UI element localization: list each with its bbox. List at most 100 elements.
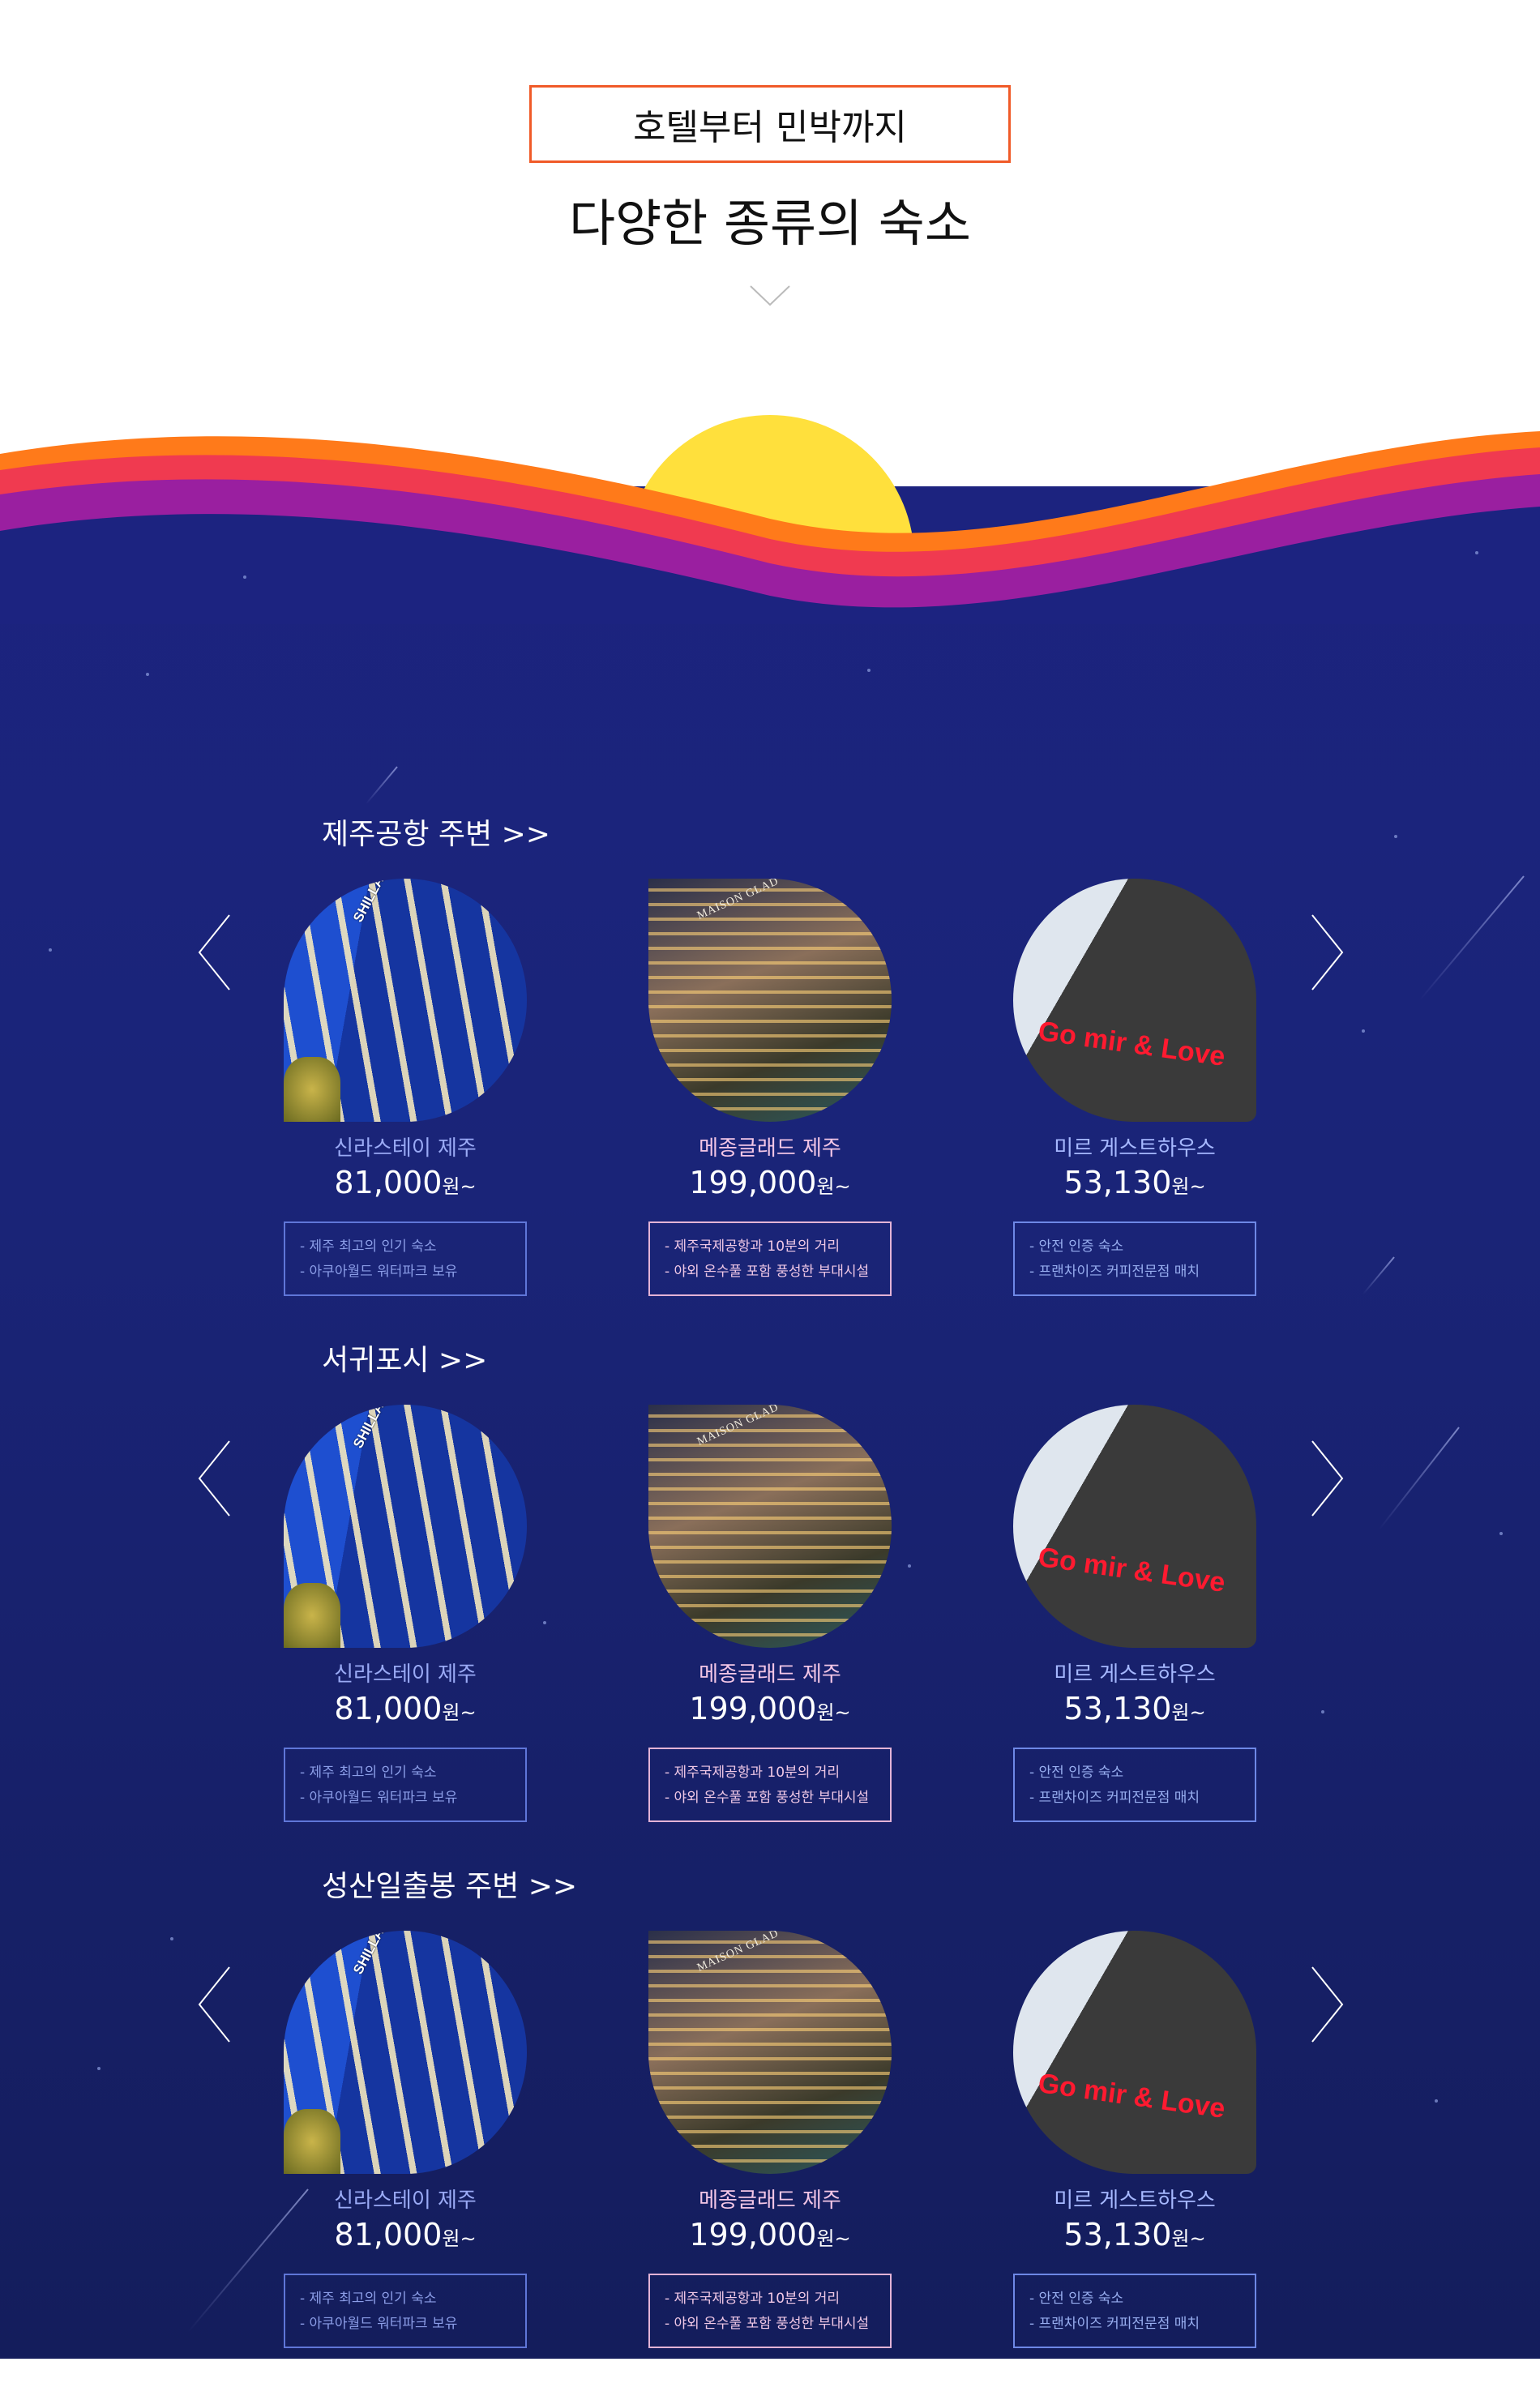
feature-box: - 안전 인증 숙소 - 프랜차이즈 커피전문점 매치 bbox=[1013, 2274, 1256, 2348]
feature-box: - 제주 최고의 인기 숙소 - 아쿠아월드 워터파크 보유 bbox=[284, 1748, 527, 1822]
hotel-photo[interactable]: SHILLA STAY bbox=[284, 879, 527, 1122]
page-title: 다양한 종류의 숙소 bbox=[569, 194, 971, 253]
hotel-price: 199,000원~ bbox=[648, 1165, 892, 1200]
hotel-photo[interactable]: Go mir & Love bbox=[1013, 1931, 1256, 2174]
price-value: 53,130 bbox=[1063, 1165, 1172, 1200]
hotel-price: 81,000원~ bbox=[284, 1165, 527, 1200]
hotel-price: 199,000원~ bbox=[648, 2217, 892, 2253]
section-title-link[interactable]: 서귀포시 >> bbox=[322, 1337, 487, 1379]
price-value: 81,000 bbox=[334, 2217, 443, 2253]
hotel-name[interactable]: 메종글래드 제주 bbox=[648, 1658, 892, 1688]
hotel-sign: MAISON GLAD bbox=[695, 1931, 781, 1974]
price-value: 199,000 bbox=[689, 1691, 817, 1726]
hotel-price: 81,000원~ bbox=[284, 1691, 527, 1726]
hotel-photo[interactable]: SHILLA STAY bbox=[284, 1931, 527, 2174]
hotel-card[interactable]: SHILLA STAY 신라스테이 제주 81,000원~ - 제주 최고의 인… bbox=[284, 1931, 527, 2348]
price-unit: 원~ bbox=[1171, 2227, 1206, 2250]
feature-box: - 제주국제공항과 10분의 거리 - 야외 온수풀 포함 풍성한 부대시설 bbox=[648, 2274, 892, 2348]
hotel-price: 81,000원~ bbox=[284, 2217, 527, 2253]
hotel-name[interactable]: 신라스테이 제주 bbox=[284, 2184, 527, 2214]
hotel-name[interactable]: 메종글래드 제주 bbox=[648, 1132, 892, 1162]
feature-item: - 안전 인증 숙소 bbox=[1029, 1239, 1124, 1255]
hotel-sign: Go mir & Love bbox=[1036, 2068, 1227, 2124]
hotel-name[interactable]: 미르 게스트하우스 bbox=[1013, 1658, 1256, 1688]
hotel-image: SHILLA STAY bbox=[284, 1405, 527, 1648]
feature-item: - 제주 최고의 인기 숙소 bbox=[300, 1765, 437, 1781]
hotel-name[interactable]: 신라스테이 제주 bbox=[284, 1132, 527, 1162]
hotel-photo[interactable]: Go mir & Love bbox=[1013, 1405, 1256, 1648]
feature-item: - 아쿠아월드 워터파크 보유 bbox=[300, 1790, 458, 1806]
hotel-sign: Go mir & Love bbox=[1036, 1542, 1227, 1598]
hotel-name[interactable]: 메종글래드 제주 bbox=[648, 2184, 892, 2214]
price-value: 199,000 bbox=[689, 1165, 817, 1200]
hotel-image: Go mir & Love bbox=[1013, 1405, 1256, 1648]
feature-box: - 안전 인증 숙소 - 프랜차이즈 커피전문점 매치 bbox=[1013, 1748, 1256, 1822]
carousel-prev-arrow-icon[interactable] bbox=[197, 1966, 231, 2043]
feature-item: - 프랜차이즈 커피전문점 매치 bbox=[1029, 1790, 1200, 1806]
feature-box: - 제주국제공항과 10분의 거리 - 야외 온수풀 포함 풍성한 부대시설 bbox=[648, 1748, 892, 1822]
tagline: 호텔부터 민박까지 bbox=[633, 107, 907, 148]
hotel-card[interactable]: Go mir & Love 미르 게스트하우스 53,130원~ - 안전 인증… bbox=[1013, 1931, 1256, 2348]
feature-box: - 제주국제공항과 10분의 거리 - 야외 온수풀 포함 풍성한 부대시설 bbox=[648, 1221, 892, 1296]
hotel-image: MAISON GLAD bbox=[648, 1931, 892, 2174]
price-unit: 원~ bbox=[442, 1701, 477, 1724]
feature-item: - 제주 최고의 인기 숙소 bbox=[300, 2291, 437, 2307]
feature-box: - 안전 인증 숙소 - 프랜차이즈 커피전문점 매치 bbox=[1013, 1221, 1256, 1296]
section-title-link[interactable]: 성산일출봉 주변 >> bbox=[322, 1863, 577, 1905]
hotel-card[interactable]: MAISON GLAD 메종글래드 제주 199,000원~ - 제주국제공항과… bbox=[648, 1931, 892, 2348]
hotel-sign: Go mir & Love bbox=[1036, 1016, 1227, 1072]
hotel-name[interactable]: 미르 게스트하우스 bbox=[1013, 2184, 1256, 2214]
hotel-photo[interactable]: MAISON GLAD bbox=[648, 1405, 892, 1648]
carousel-next-arrow-icon[interactable] bbox=[1311, 1440, 1345, 1517]
price-value: 53,130 bbox=[1063, 1691, 1172, 1726]
carousel-prev-arrow-icon[interactable] bbox=[197, 913, 231, 991]
hotel-photo[interactable]: MAISON GLAD bbox=[648, 879, 892, 1122]
carousel-prev-arrow-icon[interactable] bbox=[197, 1440, 231, 1517]
price-unit: 원~ bbox=[442, 2227, 477, 2250]
hotel-photo[interactable]: SHILLA STAY bbox=[284, 1405, 527, 1648]
feature-item: - 프랜차이즈 커피전문점 매치 bbox=[1029, 1264, 1200, 1280]
carousel-next-arrow-icon[interactable] bbox=[1311, 913, 1345, 991]
feature-item: - 제주국제공항과 10분의 거리 bbox=[665, 2291, 841, 2307]
price-unit: 원~ bbox=[816, 1701, 851, 1724]
feature-item: - 제주국제공항과 10분의 거리 bbox=[665, 1765, 841, 1781]
hotel-photo[interactable]: Go mir & Love bbox=[1013, 879, 1256, 1122]
hotel-card[interactable]: Go mir & Love 미르 게스트하우스 53,130원~ - 안전 인증… bbox=[1013, 879, 1256, 1296]
hotel-price: 53,130원~ bbox=[1013, 2217, 1256, 2253]
hotel-photo[interactable]: MAISON GLAD bbox=[648, 1931, 892, 2174]
section-title-link[interactable]: 제주공항 주변 >> bbox=[322, 811, 550, 853]
sunset-waves bbox=[0, 397, 1540, 624]
feature-item: - 야외 온수풀 포함 풍성한 부대시설 bbox=[665, 2316, 870, 2332]
feature-item: - 안전 인증 숙소 bbox=[1029, 1765, 1124, 1781]
feature-box: - 제주 최고의 인기 숙소 - 아쿠아월드 워터파크 보유 bbox=[284, 2274, 527, 2348]
hotel-name[interactable]: 미르 게스트하우스 bbox=[1013, 1132, 1256, 1162]
feature-item: - 제주 최고의 인기 숙소 bbox=[300, 1239, 437, 1255]
feature-item: - 프랜차이즈 커피전문점 매치 bbox=[1029, 2316, 1200, 2332]
price-value: 81,000 bbox=[334, 1165, 443, 1200]
hotel-image: SHILLA STAY bbox=[284, 1931, 527, 2174]
feature-item: - 아쿠아월드 워터파크 보유 bbox=[300, 1264, 458, 1280]
price-unit: 원~ bbox=[1171, 1175, 1206, 1198]
accommodation-section: 성산일출봉 주변 >> SHILLA STAY 신라스테이 제주 81,000원… bbox=[0, 1870, 1540, 2383]
feature-box: - 제주 최고의 인기 숙소 - 아쿠아월드 워터파크 보유 bbox=[284, 1221, 527, 1296]
price-unit: 원~ bbox=[1171, 1701, 1206, 1724]
hotel-price: 53,130원~ bbox=[1013, 1165, 1256, 1200]
hotel-sign: MAISON GLAD bbox=[695, 879, 781, 922]
carousel-next-arrow-icon[interactable] bbox=[1311, 1966, 1345, 2043]
hotel-card[interactable]: SHILLA STAY 신라스테이 제주 81,000원~ - 제주 최고의 인… bbox=[284, 1405, 527, 1822]
feature-item: - 제주국제공항과 10분의 거리 bbox=[665, 1239, 841, 1255]
price-unit: 원~ bbox=[816, 2227, 851, 2250]
hotel-sign: MAISON GLAD bbox=[695, 1405, 781, 1448]
price-value: 53,130 bbox=[1063, 2217, 1172, 2253]
hotel-card[interactable]: Go mir & Love 미르 게스트하우스 53,130원~ - 안전 인증… bbox=[1013, 1405, 1256, 1822]
hotel-sign: SHILLA STAY bbox=[350, 879, 405, 925]
price-value: 199,000 bbox=[689, 2217, 817, 2253]
feature-item: - 야외 온수풀 포함 풍성한 부대시설 bbox=[665, 1264, 870, 1280]
hotel-card[interactable]: SHILLA STAY 신라스테이 제주 81,000원~ - 제주 최고의 인… bbox=[284, 879, 527, 1296]
hotel-name[interactable]: 신라스테이 제주 bbox=[284, 1658, 527, 1688]
hotel-card[interactable]: MAISON GLAD 메종글래드 제주 199,000원~ - 제주국제공항과… bbox=[648, 1405, 892, 1822]
price-unit: 원~ bbox=[816, 1175, 851, 1198]
hotel-image: Go mir & Love bbox=[1013, 879, 1256, 1122]
hotel-price: 199,000원~ bbox=[648, 1691, 892, 1726]
hotel-card[interactable]: MAISON GLAD 메종글래드 제주 199,000원~ - 제주국제공항과… bbox=[648, 879, 892, 1296]
